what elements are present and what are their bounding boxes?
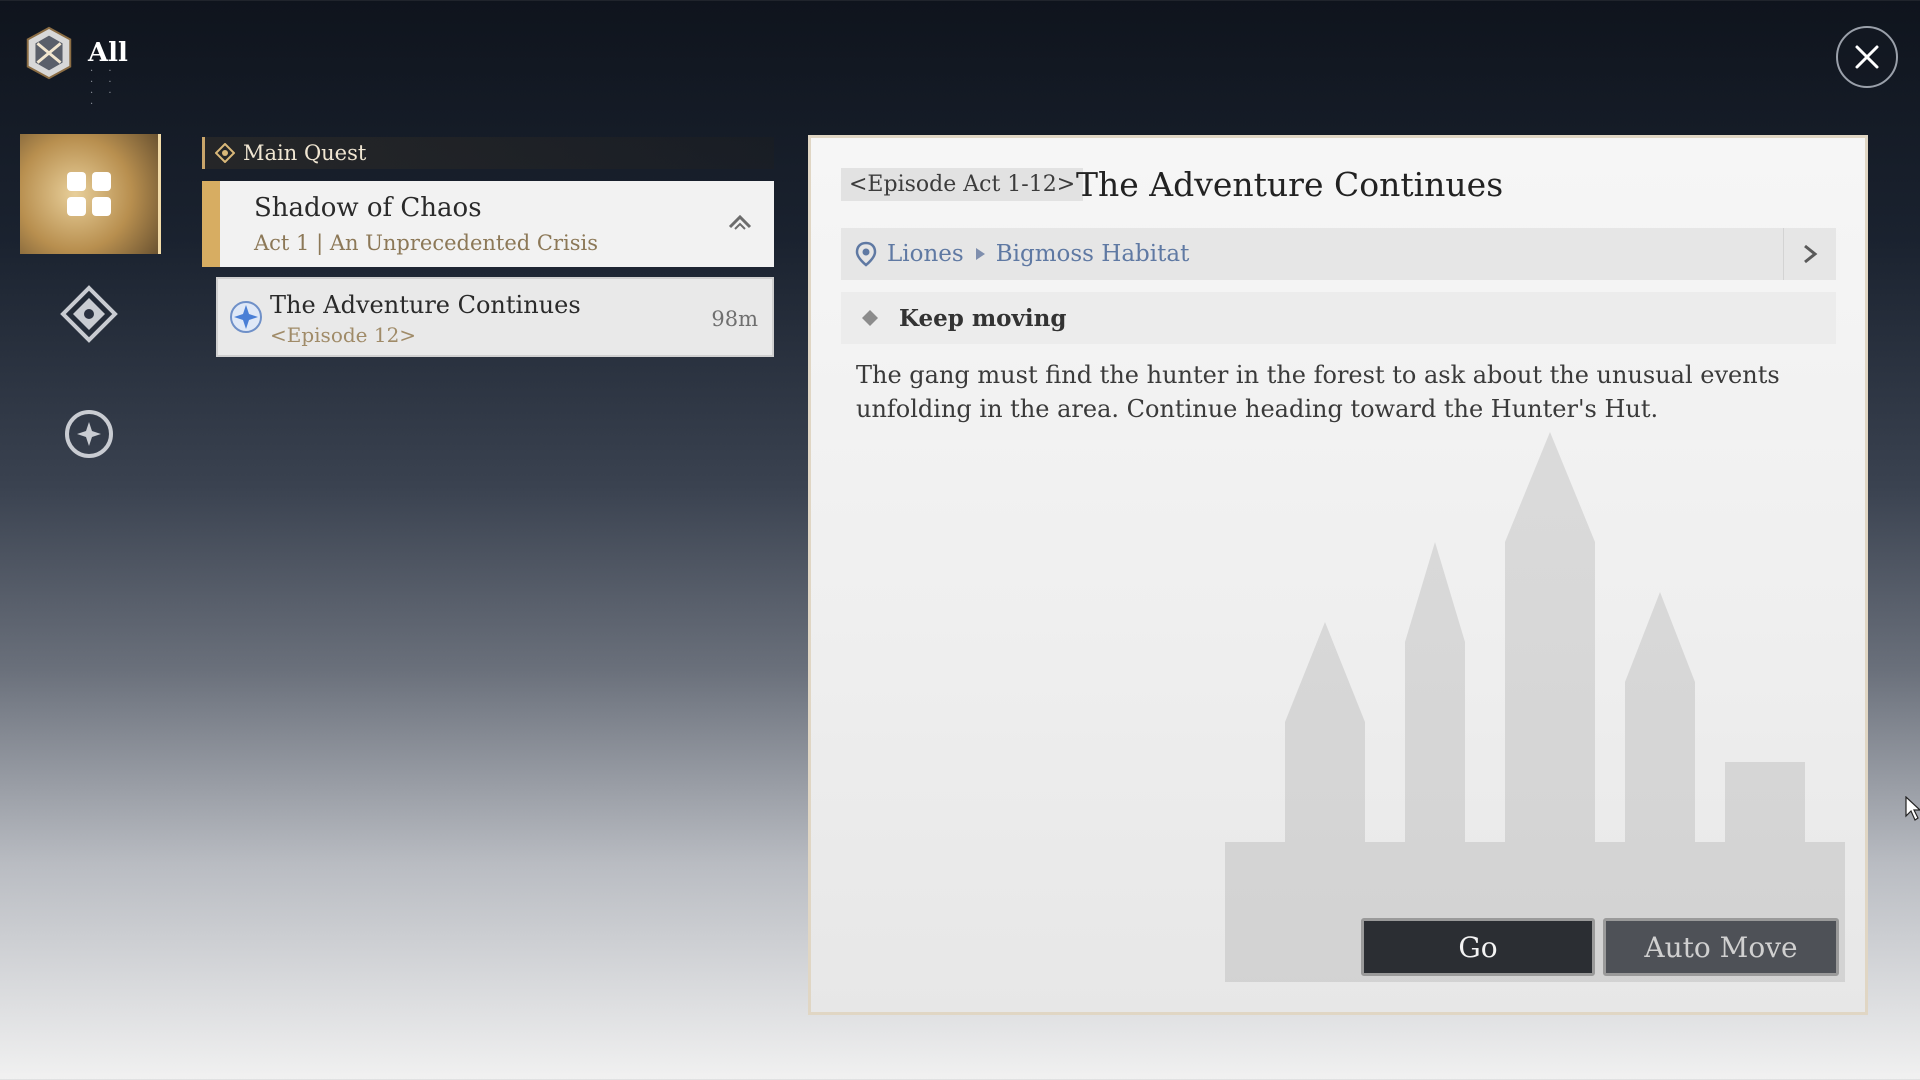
nav-item-all-quests[interactable]	[20, 134, 161, 254]
quest-category-label: Main Quest	[243, 141, 367, 165]
quest-category-header: Main Quest	[202, 137, 774, 169]
circle-star-icon	[65, 410, 113, 458]
nav-item-side-quest[interactable]	[20, 374, 158, 494]
mouse-cursor-icon	[1905, 796, 1920, 821]
objective-diamond-icon	[862, 310, 878, 326]
quest-description: The gang must find the hunter in the for…	[856, 361, 1780, 423]
quest-group[interactable]: Shadow of Chaos Act 1 | An Unprecedented…	[202, 181, 774, 267]
chevron-up-icon[interactable]	[726, 211, 754, 231]
location-navigate-button[interactable]	[1783, 228, 1836, 280]
close-icon	[1855, 45, 1879, 69]
location-row[interactable]: Liones Bigmoss Habitat	[841, 228, 1836, 280]
quest-list: Main Quest Shadow of Chaos Act 1 | An Un…	[202, 137, 774, 357]
close-button[interactable]	[1836, 26, 1898, 88]
filter-label: All	[88, 38, 128, 68]
filter-header[interactable]: All · · · · · · ·	[20, 24, 128, 110]
episode-tag: <Episode Act 1-12>	[841, 168, 1084, 201]
compass-diamond-icon	[60, 285, 118, 343]
chevron-right-icon	[1804, 244, 1818, 264]
quest-group-title: Shadow of Chaos	[254, 193, 482, 223]
auto-move-button[interactable]: Auto Move	[1603, 918, 1839, 976]
location-region: Liones	[887, 241, 964, 267]
filter-subtext: · · · · · · ·	[90, 66, 118, 110]
quest-item-title: The Adventure Continues	[270, 291, 581, 319]
grid-icon	[67, 172, 111, 216]
objective-text: Keep moving	[899, 304, 1067, 332]
tracking-marker-icon	[230, 301, 262, 333]
location-pin-icon	[855, 241, 877, 267]
quest-group-subtitle: Act 1 | An Unprecedented Crisis	[254, 231, 598, 255]
main-quest-icon	[215, 143, 235, 163]
location-area: Bigmoss Habitat	[995, 241, 1190, 267]
quest-item[interactable]: The Adventure Continues <Episode 12> 98m	[216, 277, 774, 357]
castle-illustration	[1225, 432, 1845, 982]
objective-row: Keep moving	[841, 292, 1836, 344]
quest-detail-panel: <Episode Act 1-12> The Adventure Continu…	[808, 135, 1868, 1015]
caret-right-icon	[975, 248, 985, 260]
side-nav	[20, 134, 161, 494]
quest-item-distance: 98m	[711, 307, 758, 331]
quest-item-episode: <Episode 12>	[270, 323, 417, 347]
go-button[interactable]: Go	[1361, 918, 1595, 976]
emblem-icon	[26, 26, 72, 80]
quest-title: The Adventure Continues	[1076, 165, 1504, 204]
nav-item-main-quest[interactable]	[20, 254, 158, 374]
